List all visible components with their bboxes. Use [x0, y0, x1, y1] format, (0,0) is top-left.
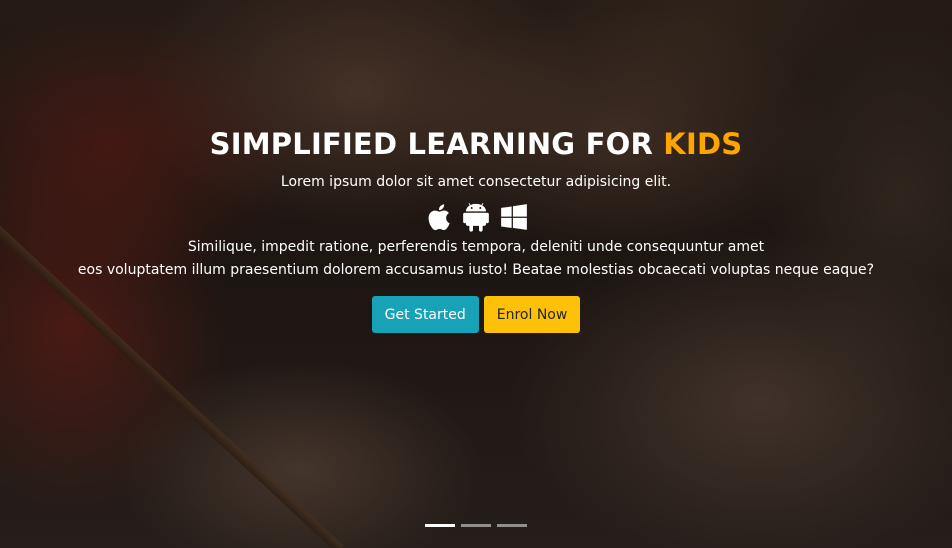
- hero-caption: SIMPLIFIED LEARNING FOR KIDS Lorem ipsum…: [0, 125, 952, 333]
- hero-carousel: SIMPLIFIED LEARNING FOR KIDS Lorem ipsum…: [0, 0, 952, 548]
- enrol-now-button[interactable]: Enrol Now: [483, 296, 581, 333]
- carousel-indicator-1[interactable]: [425, 524, 455, 527]
- get-started-button[interactable]: Get Started: [371, 296, 479, 333]
- hero-description-line-2: eos voluptatem illum praesentium dolorem…: [77, 262, 875, 278]
- apple-icon: [423, 201, 453, 233]
- hero-actions: Get Started Enrol Now: [0, 296, 952, 333]
- windows-icon: [499, 201, 529, 233]
- hero-title-accent: KIDS: [663, 127, 743, 161]
- hero-description: Similique, impedit ratione, perferendis …: [0, 236, 952, 282]
- carousel-indicators: [0, 524, 952, 527]
- hero-description-line-1: Similique, impedit ratione, perferendis …: [187, 239, 765, 255]
- carousel-indicator-3[interactable]: [497, 524, 527, 527]
- hero-title-main: SIMPLIFIED LEARNING FOR: [209, 127, 664, 161]
- hero-lead: Lorem ipsum dolor sit amet consectetur a…: [280, 174, 672, 190]
- platform-icons: [0, 200, 952, 234]
- carousel-indicator-2[interactable]: [461, 524, 491, 527]
- hero-title: SIMPLIFIED LEARNING FOR KIDS: [0, 125, 952, 163]
- android-icon: [461, 201, 491, 233]
